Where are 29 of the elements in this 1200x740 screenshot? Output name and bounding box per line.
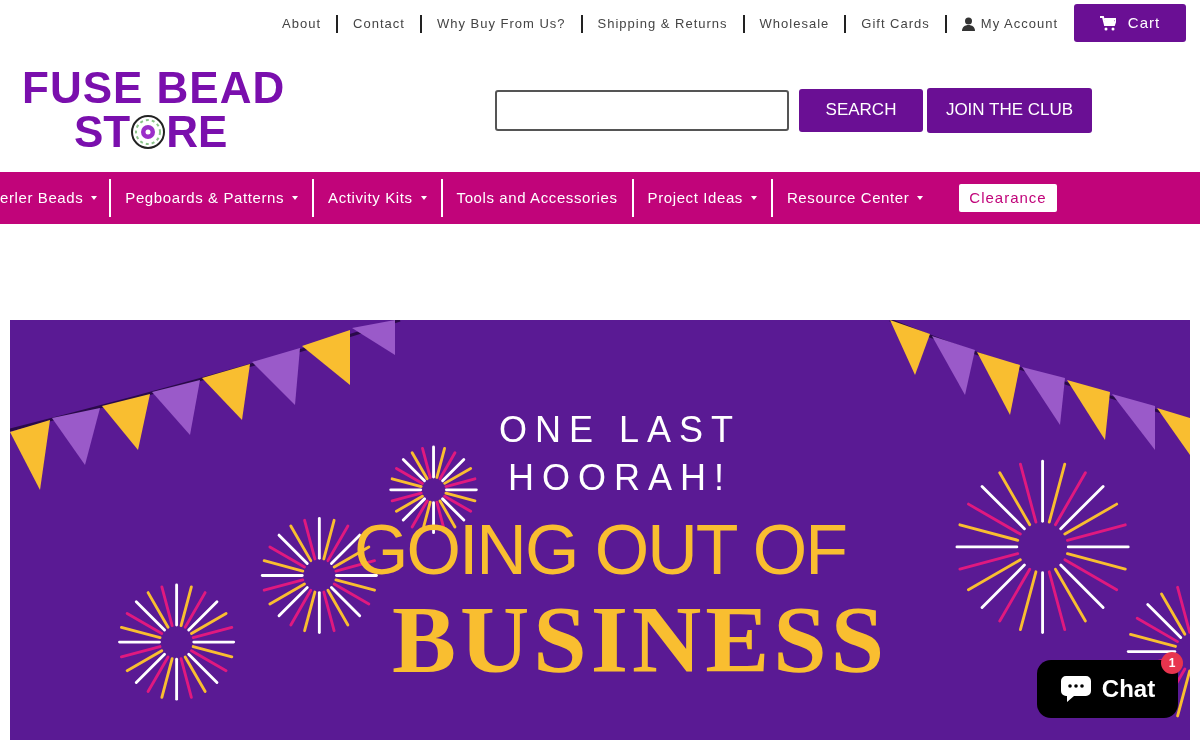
nav-item[interactable]: erler Beads xyxy=(0,186,110,210)
banner-headline: GOING OUT OF xyxy=(354,510,846,590)
nav-item[interactable]: Project Ideas xyxy=(633,186,771,210)
logo-text[interactable]: RE xyxy=(166,110,228,154)
banner-headline: BUSINESS xyxy=(390,590,889,690)
banner-subtitle: HOORAH! xyxy=(507,456,732,500)
nav-item[interactable]: Pegboards & Patterns xyxy=(111,186,313,210)
person-icon xyxy=(961,17,975,31)
nav-item[interactable]: Tools and Accessories xyxy=(442,186,632,210)
top-link[interactable]: Wholesale xyxy=(759,14,830,34)
logo-text[interactable]: FUSE BEAD xyxy=(22,66,286,110)
cart-icon xyxy=(1099,15,1116,31)
nav-item[interactable]: Clearance xyxy=(959,183,1057,213)
search-button[interactable]: SEARCH xyxy=(799,88,923,132)
nav-item[interactable]: Resource Center xyxy=(772,186,938,210)
nav-item[interactable]: Activity Kits xyxy=(314,186,441,210)
join-club-button[interactable]: JOIN THE CLUB xyxy=(927,87,1092,133)
logo-text[interactable]: ST xyxy=(74,110,131,154)
top-link[interactable]: Shipping & Returns xyxy=(597,14,728,34)
top-link[interactable]: My Account xyxy=(961,14,1058,34)
banner-subtitle: ONE LAST xyxy=(497,408,742,452)
bead-wheel-icon xyxy=(131,115,166,149)
top-link[interactable]: Contact xyxy=(353,14,405,34)
top-link[interactable]: Why Buy From Us? xyxy=(436,14,566,34)
top-link[interactable]: About xyxy=(282,14,322,34)
search-field[interactable] xyxy=(495,89,789,131)
cart-button[interactable]: Cart xyxy=(1074,4,1186,42)
top-link[interactable]: Gift Cards xyxy=(861,14,930,34)
chat-bubble-icon xyxy=(1059,674,1092,704)
